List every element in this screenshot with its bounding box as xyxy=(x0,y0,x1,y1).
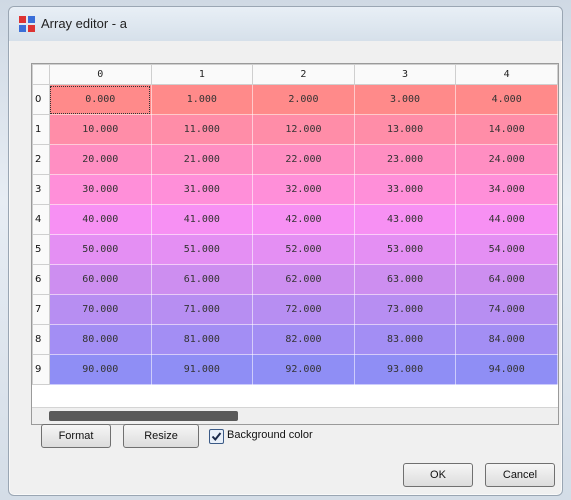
array-cell[interactable]: 63.000 xyxy=(353,264,457,295)
array-cell[interactable]: 32.000 xyxy=(252,174,355,205)
table-row: 3 30.000 31.000 32.000 33.000 34.000 xyxy=(32,174,558,205)
array-cell[interactable]: 1.000 xyxy=(150,84,254,115)
array-cell[interactable]: 12.000 xyxy=(252,114,355,145)
array-cell[interactable]: 44.000 xyxy=(455,204,558,235)
cancel-button[interactable]: Cancel xyxy=(485,463,555,487)
array-cell[interactable]: 41.000 xyxy=(150,204,254,235)
array-cell[interactable]: 90.000 xyxy=(48,354,152,385)
row-header[interactable]: 3 xyxy=(32,174,50,205)
array-cell[interactable]: 11.000 xyxy=(150,114,254,145)
column-header-row: 0 1 2 3 4 xyxy=(32,64,558,85)
column-header[interactable]: 1 xyxy=(150,64,254,85)
array-cell[interactable]: 3.000 xyxy=(353,84,457,115)
background-color-label: Background color xyxy=(227,429,313,441)
array-cell[interactable]: 83.000 xyxy=(353,324,457,355)
row-header[interactable]: 6 xyxy=(32,264,50,295)
table-row: 1 10.000 11.000 12.000 13.000 14.000 xyxy=(32,114,558,145)
array-cell[interactable]: 2.000 xyxy=(252,84,355,115)
array-cell[interactable]: 43.000 xyxy=(353,204,457,235)
row-header[interactable]: 4 xyxy=(32,204,50,235)
ok-button[interactable]: OK xyxy=(403,463,473,487)
checkmark-icon xyxy=(211,432,222,442)
table-row: 4 40.000 41.000 42.000 43.000 44.000 xyxy=(32,204,558,235)
array-cell[interactable]: 72.000 xyxy=(252,294,355,325)
row-header[interactable]: 2 xyxy=(32,144,50,175)
dialog-content: 0 1 2 3 4 0 0.000 1.000 2.000 3.000 4.000 1 10.… xyxy=(19,41,559,487)
array-cell[interactable]: 0.000 xyxy=(48,84,152,115)
array-cell[interactable]: 33.000 xyxy=(353,174,457,205)
array-cell[interactable]: 92.000 xyxy=(252,354,355,385)
table-row: 7 70.000 71.000 72.000 73.000 74.000 xyxy=(32,294,558,325)
array-grid[interactable]: 0 1 2 3 4 0 0.000 1.000 2.000 3.000 4.000 1 10.… xyxy=(31,63,559,425)
row-header[interactable]: 8 xyxy=(32,324,50,355)
array-cell[interactable]: 22.000 xyxy=(252,144,355,175)
resize-button[interactable]: Resize xyxy=(123,424,199,448)
column-header[interactable]: 2 xyxy=(252,64,355,85)
title-bar[interactable]: Array editor - a xyxy=(9,7,562,41)
array-cell[interactable]: 91.000 xyxy=(150,354,254,385)
array-cell[interactable]: 81.000 xyxy=(150,324,254,355)
horizontal-scrollbar-thumb[interactable] xyxy=(49,411,238,421)
array-cell[interactable]: 50.000 xyxy=(48,234,152,265)
row-header[interactable]: 7 xyxy=(32,294,50,325)
column-header[interactable]: 3 xyxy=(353,64,457,85)
array-cell[interactable]: 64.000 xyxy=(455,264,558,295)
window-title: Array editor - a xyxy=(41,16,127,31)
array-cell[interactable]: 34.000 xyxy=(455,174,558,205)
table-row: 9 90.000 91.000 92.000 93.000 94.000 xyxy=(32,354,558,385)
array-cell[interactable]: 84.000 xyxy=(455,324,558,355)
array-cell[interactable]: 42.000 xyxy=(252,204,355,235)
format-button[interactable]: Format xyxy=(41,424,111,448)
array-cell[interactable]: 93.000 xyxy=(353,354,457,385)
array-cell[interactable]: 70.000 xyxy=(48,294,152,325)
row-header[interactable]: 0 xyxy=(32,84,50,115)
array-cell[interactable]: 23.000 xyxy=(353,144,457,175)
array-cell[interactable]: 53.000 xyxy=(353,234,457,265)
array-cell[interactable]: 62.000 xyxy=(252,264,355,295)
array-cell[interactable]: 60.000 xyxy=(48,264,152,295)
array-cell[interactable]: 4.000 xyxy=(455,84,558,115)
array-cell[interactable]: 13.000 xyxy=(353,114,457,145)
array-cell[interactable]: 52.000 xyxy=(252,234,355,265)
array-cell[interactable]: 71.000 xyxy=(150,294,254,325)
array-cell[interactable]: 10.000 xyxy=(48,114,152,145)
array-cell[interactable]: 74.000 xyxy=(455,294,558,325)
background-color-checkbox[interactable] xyxy=(209,429,224,444)
array-cell[interactable]: 61.000 xyxy=(150,264,254,295)
array-cell[interactable]: 80.000 xyxy=(48,324,152,355)
column-header[interactable]: 4 xyxy=(455,64,558,85)
array-cell[interactable]: 82.000 xyxy=(252,324,355,355)
array-cell[interactable]: 54.000 xyxy=(455,234,558,265)
array-cell[interactable]: 30.000 xyxy=(48,174,152,205)
column-header[interactable]: 0 xyxy=(48,64,152,85)
table-row: 5 50.000 51.000 52.000 53.000 54.000 xyxy=(32,234,558,265)
array-table: 0 1 2 3 4 0 0.000 1.000 2.000 3.000 4.000 1 10.… xyxy=(32,64,558,385)
array-editor-window: Array editor - a 0 1 2 3 4 0 0.000 1.000 2.… xyxy=(8,6,563,496)
grid-corner xyxy=(32,64,50,85)
row-header[interactable]: 1 xyxy=(32,114,50,145)
array-cell[interactable]: 31.000 xyxy=(150,174,254,205)
row-header[interactable]: 9 xyxy=(32,354,50,385)
array-cell[interactable]: 21.000 xyxy=(150,144,254,175)
array-editor-app-icon xyxy=(19,16,35,32)
array-cell[interactable]: 94.000 xyxy=(455,354,558,385)
array-cell[interactable]: 14.000 xyxy=(455,114,558,145)
table-row: 0 0.000 1.000 2.000 3.000 4.000 xyxy=(32,84,558,115)
table-row: 2 20.000 21.000 22.000 23.000 24.000 xyxy=(32,144,558,175)
table-row: 8 80.000 81.000 82.000 83.000 84.000 xyxy=(32,324,558,355)
array-cell[interactable]: 24.000 xyxy=(455,144,558,175)
array-cell[interactable]: 40.000 xyxy=(48,204,152,235)
table-row: 6 60.000 61.000 62.000 63.000 64.000 xyxy=(32,264,558,295)
array-cell[interactable]: 51.000 xyxy=(150,234,254,265)
horizontal-scrollbar[interactable] xyxy=(32,407,558,424)
array-cell[interactable]: 20.000 xyxy=(48,144,152,175)
row-header[interactable]: 5 xyxy=(32,234,50,265)
array-cell[interactable]: 73.000 xyxy=(353,294,457,325)
